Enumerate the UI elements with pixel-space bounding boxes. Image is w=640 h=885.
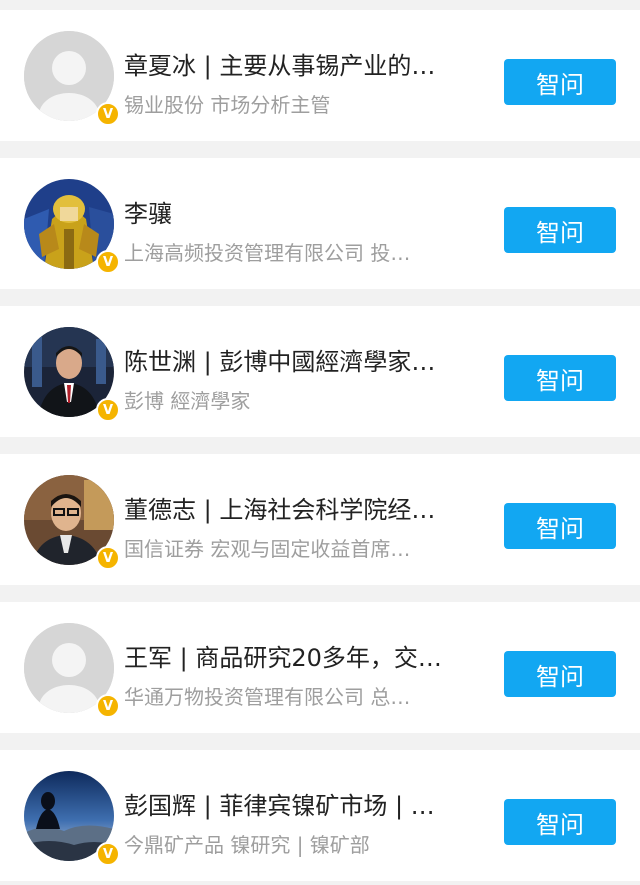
verified-badge-icon: V (96, 250, 120, 274)
expert-subtitle: 上海高频投资管理有限公司 投… (124, 241, 411, 265)
verified-badge-icon: V (96, 102, 120, 126)
expert-name[interactable]: 彭国辉 | 菲律宾镍矿市场 | … (124, 790, 446, 822)
avatar-container: V (24, 31, 120, 126)
verified-badge-icon: V (96, 398, 120, 422)
expert-card[interactable]: V 董德志 | 上海社会科学院经… 国信证券 宏观与固定收益首席… 智问 (0, 454, 640, 585)
ask-button[interactable]: 智问 (504, 651, 616, 697)
verified-badge-icon: V (96, 546, 120, 570)
expert-name[interactable]: 陈世渊 | 彭博中國經濟學家… (124, 346, 446, 378)
avatar-container: V (24, 179, 120, 274)
expert-card[interactable]: V 王军 | 商品研究20多年，交… 华通万物投资管理有限公司 总… 智问 (0, 602, 640, 733)
ask-button[interactable]: 智问 (504, 799, 616, 845)
expert-card[interactable]: V 章夏冰 | 主要从事锡产业的… 锡业股份 市场分析主管 智问 (0, 10, 640, 141)
expert-card[interactable]: V 陈世渊 | 彭博中國經濟學家… 彭博 經濟學家 智问 (0, 306, 640, 437)
expert-card[interactable]: V 彭国辉 | 菲律宾镍矿市场 | … 今鼎矿产品 镍研究 | 镍矿部 智问 (0, 750, 640, 881)
avatar-container: V (24, 623, 120, 718)
avatar-container: V (24, 771, 120, 866)
expert-card[interactable]: V 李骧 上海高频投资管理有限公司 投… 智问 (0, 158, 640, 289)
verified-badge-icon: V (96, 694, 120, 718)
expert-name[interactable]: 李骧 (124, 198, 446, 230)
avatar-container: V (24, 475, 120, 570)
expert-subtitle: 锡业股份 市场分析主管 (124, 93, 331, 117)
ask-button[interactable]: 智问 (504, 59, 616, 105)
avatar-container: V (24, 327, 120, 422)
expert-subtitle: 国信证券 宏观与固定收益首席… (124, 537, 411, 561)
expert-name[interactable]: 董德志 | 上海社会科学院经… (124, 494, 446, 526)
expert-name[interactable]: 王军 | 商品研究20多年，交… (124, 642, 446, 674)
expert-subtitle: 今鼎矿产品 镍研究 | 镍矿部 (124, 833, 370, 857)
expert-name[interactable]: 章夏冰 | 主要从事锡产业的… (124, 50, 446, 82)
verified-badge-icon: V (96, 842, 120, 866)
expert-subtitle: 华通万物投资管理有限公司 总… (124, 685, 411, 709)
ask-button[interactable]: 智问 (504, 355, 616, 401)
ask-button[interactable]: 智问 (504, 503, 616, 549)
ask-button[interactable]: 智问 (504, 207, 616, 253)
expert-subtitle: 彭博 經濟學家 (124, 389, 251, 413)
